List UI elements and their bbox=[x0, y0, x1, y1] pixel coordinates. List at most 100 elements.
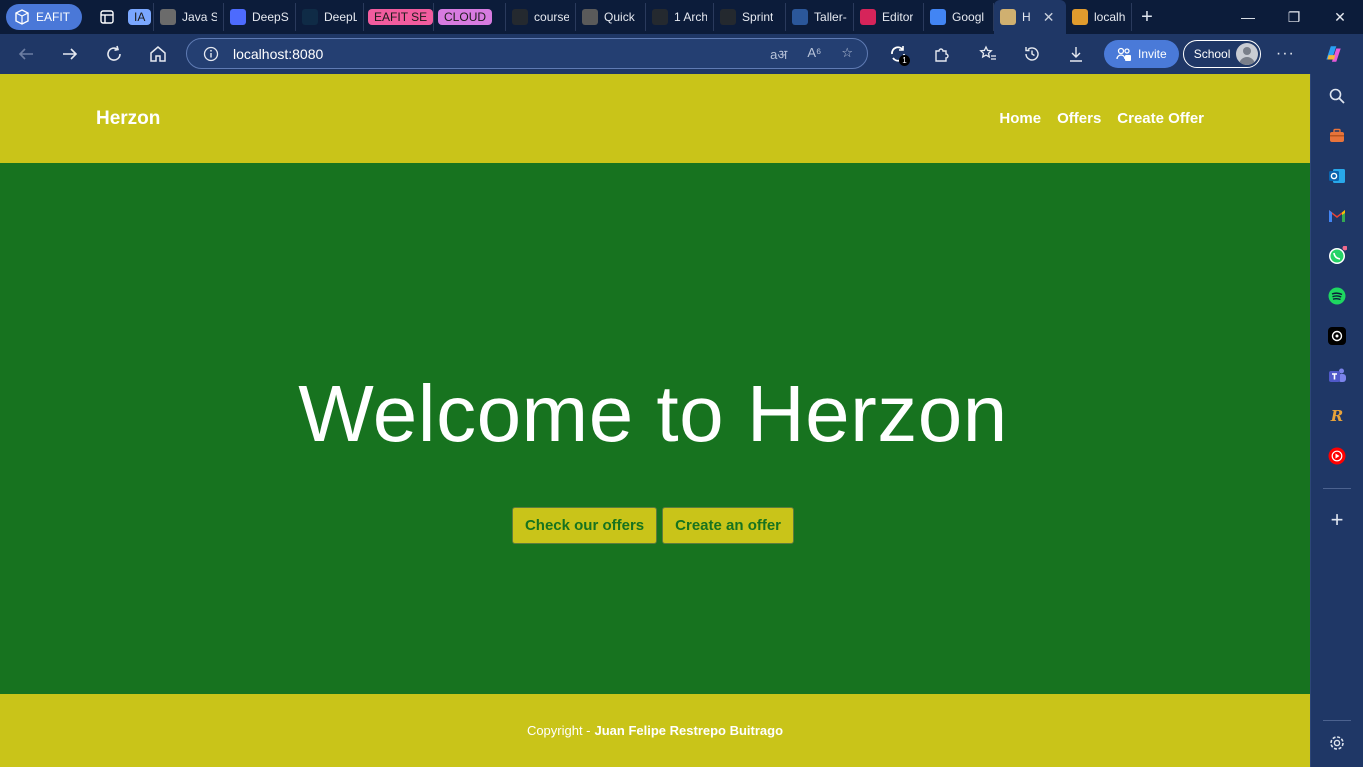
copyright-author: Juan Felipe Restrepo Buitrago bbox=[594, 723, 784, 738]
sync-badge: 1 bbox=[899, 55, 910, 66]
gmail-icon[interactable] bbox=[1325, 204, 1349, 228]
tab-group-label: CLOUD bbox=[438, 9, 493, 25]
history-icon bbox=[1025, 47, 1039, 61]
tab-favicon bbox=[652, 9, 669, 25]
check-offers-button[interactable]: Check our offers bbox=[511, 507, 658, 544]
close-tab-icon[interactable]: ✕ bbox=[1043, 9, 1055, 26]
invite-button[interactable]: Invite bbox=[1104, 40, 1179, 68]
sync-button[interactable]: 1 bbox=[880, 34, 916, 74]
tab-favicon bbox=[512, 9, 529, 25]
address-bar[interactable]: localhost:8080 aअ A⁶ ☆ bbox=[186, 38, 868, 69]
reload-icon bbox=[107, 45, 121, 61]
more-menu-button[interactable]: ··· bbox=[1267, 34, 1303, 74]
favorites-icon bbox=[979, 45, 996, 60]
tab-actions-button[interactable] bbox=[90, 3, 124, 31]
downloads-button[interactable] bbox=[1058, 34, 1094, 74]
favorite-star-icon[interactable]: ☆ bbox=[841, 45, 853, 63]
tab-favicon bbox=[302, 9, 319, 25]
active-tab[interactable]: H ✕ bbox=[994, 0, 1067, 34]
browser-tab[interactable]: DeepS bbox=[224, 3, 297, 31]
browser-tab[interactable]: Sprint bbox=[714, 3, 787, 31]
restore-button[interactable]: ❐ bbox=[1271, 0, 1317, 34]
tab-group-chip[interactable]: CLOUD bbox=[434, 3, 507, 31]
copilot-icon bbox=[1326, 46, 1342, 62]
hero-title: Welcome to Herzon bbox=[298, 369, 1008, 458]
home-icon bbox=[150, 46, 166, 62]
copilot-button[interactable] bbox=[1315, 34, 1351, 74]
tab-actions-icon bbox=[100, 10, 114, 24]
address-text[interactable]: localhost:8080 bbox=[233, 46, 770, 62]
browser-tab[interactable]: Taller- bbox=[786, 3, 855, 31]
nav-offers-link[interactable]: Offers bbox=[1057, 110, 1101, 127]
browser-tab[interactable]: Googl bbox=[924, 3, 995, 31]
browser-tab[interactable]: course bbox=[506, 3, 577, 31]
site-brand[interactable]: Herzon bbox=[96, 108, 160, 130]
profile-button[interactable]: EAFIT bbox=[6, 4, 83, 30]
nav-create-offer-link[interactable]: Create Offer bbox=[1117, 110, 1204, 127]
read-aloud-icon[interactable]: A⁶ bbox=[807, 45, 821, 63]
tab-title: H bbox=[1022, 10, 1031, 24]
settings-icon[interactable] bbox=[1325, 731, 1349, 755]
tab-strip: EAFIT IA Java St DeepS DeepL EAFIT SECLOUD co… bbox=[0, 0, 1363, 34]
youtube-music-icon[interactable] bbox=[1325, 444, 1349, 468]
reload-button[interactable] bbox=[92, 34, 136, 74]
forward-arrow-icon bbox=[63, 48, 78, 60]
back-arrow-icon bbox=[18, 48, 33, 60]
add-icon[interactable]: + bbox=[1325, 508, 1349, 532]
outlook-icon[interactable] bbox=[1325, 164, 1349, 188]
new-tab-button[interactable]: + bbox=[1132, 6, 1162, 29]
favorites-button[interactable] bbox=[970, 34, 1006, 74]
browser-tab[interactable]: localh bbox=[1066, 3, 1133, 31]
sidebar-divider-bottom bbox=[1323, 720, 1351, 721]
browser-sidebar: R + bbox=[1310, 74, 1363, 767]
briefcase-icon[interactable] bbox=[1325, 124, 1349, 148]
browser-tab[interactable]: 1 Arch bbox=[646, 3, 715, 31]
search-icon[interactable] bbox=[1325, 84, 1349, 108]
extensions-button[interactable] bbox=[924, 34, 960, 74]
create-offer-button[interactable]: Create an offer bbox=[662, 507, 795, 544]
browser-tab[interactable]: Java St bbox=[154, 3, 225, 31]
tab-title: Quick bbox=[604, 10, 635, 24]
r-icon[interactable]: R bbox=[1325, 404, 1349, 428]
browser-tab[interactable]: Quick bbox=[576, 3, 647, 31]
home-button[interactable] bbox=[136, 34, 180, 74]
tab-title: DeepS bbox=[252, 10, 289, 24]
history-button[interactable] bbox=[1014, 34, 1050, 74]
back-button[interactable] bbox=[4, 34, 48, 74]
download-icon bbox=[1070, 47, 1082, 62]
school-profile-button[interactable]: School bbox=[1182, 40, 1262, 68]
ellipsis-icon: ··· bbox=[1275, 45, 1295, 62]
copyright-prefix: Copyright - bbox=[526, 723, 591, 738]
whatsapp-icon[interactable] bbox=[1325, 244, 1349, 268]
chatgpt-icon[interactable] bbox=[1325, 324, 1349, 348]
person-icon bbox=[1239, 47, 1256, 65]
minimize-button[interactable]: — bbox=[1225, 0, 1271, 34]
tab-title: Googl bbox=[952, 10, 985, 24]
sidebar-divider bbox=[1323, 488, 1351, 489]
tab-title: localh bbox=[1094, 10, 1126, 24]
plus-icon: + bbox=[1141, 5, 1153, 28]
tab-list: IA Java St DeepS DeepL EAFIT SECLOUD course Qu… bbox=[124, 0, 1133, 34]
spotify-icon[interactable] bbox=[1325, 284, 1349, 308]
close-window-button[interactable]: ✕ bbox=[1317, 0, 1363, 34]
tab-title: DeepL bbox=[324, 10, 358, 24]
nav-home-link[interactable]: Home bbox=[999, 110, 1041, 127]
tab-title: Taller- bbox=[814, 10, 847, 24]
forward-button[interactable] bbox=[48, 34, 92, 74]
tab-favicon bbox=[1072, 9, 1089, 25]
invite-label: Invite bbox=[1138, 47, 1167, 61]
browser-tab[interactable]: Editor bbox=[854, 3, 925, 31]
tab-favicon bbox=[720, 9, 737, 25]
site-info-icon[interactable] bbox=[203, 46, 219, 62]
browser-tab[interactable]: DeepL bbox=[296, 3, 365, 31]
school-label: School bbox=[1193, 47, 1231, 61]
translate-icon[interactable]: aअ bbox=[770, 45, 787, 63]
tab-favicon bbox=[582, 9, 599, 25]
tab-group-chip[interactable]: IA bbox=[124, 3, 155, 31]
tab-title: course bbox=[534, 10, 570, 24]
tab-favicon bbox=[860, 9, 877, 25]
browser-toolbar: localhost:8080 aअ A⁶ ☆ 1 Invite School ·… bbox=[0, 34, 1363, 74]
hero-section: Welcome to Herzon Check our offers Creat… bbox=[0, 163, 1310, 694]
teams-icon[interactable] bbox=[1325, 364, 1349, 388]
tab-group-chip[interactable]: EAFIT SE bbox=[364, 3, 435, 31]
